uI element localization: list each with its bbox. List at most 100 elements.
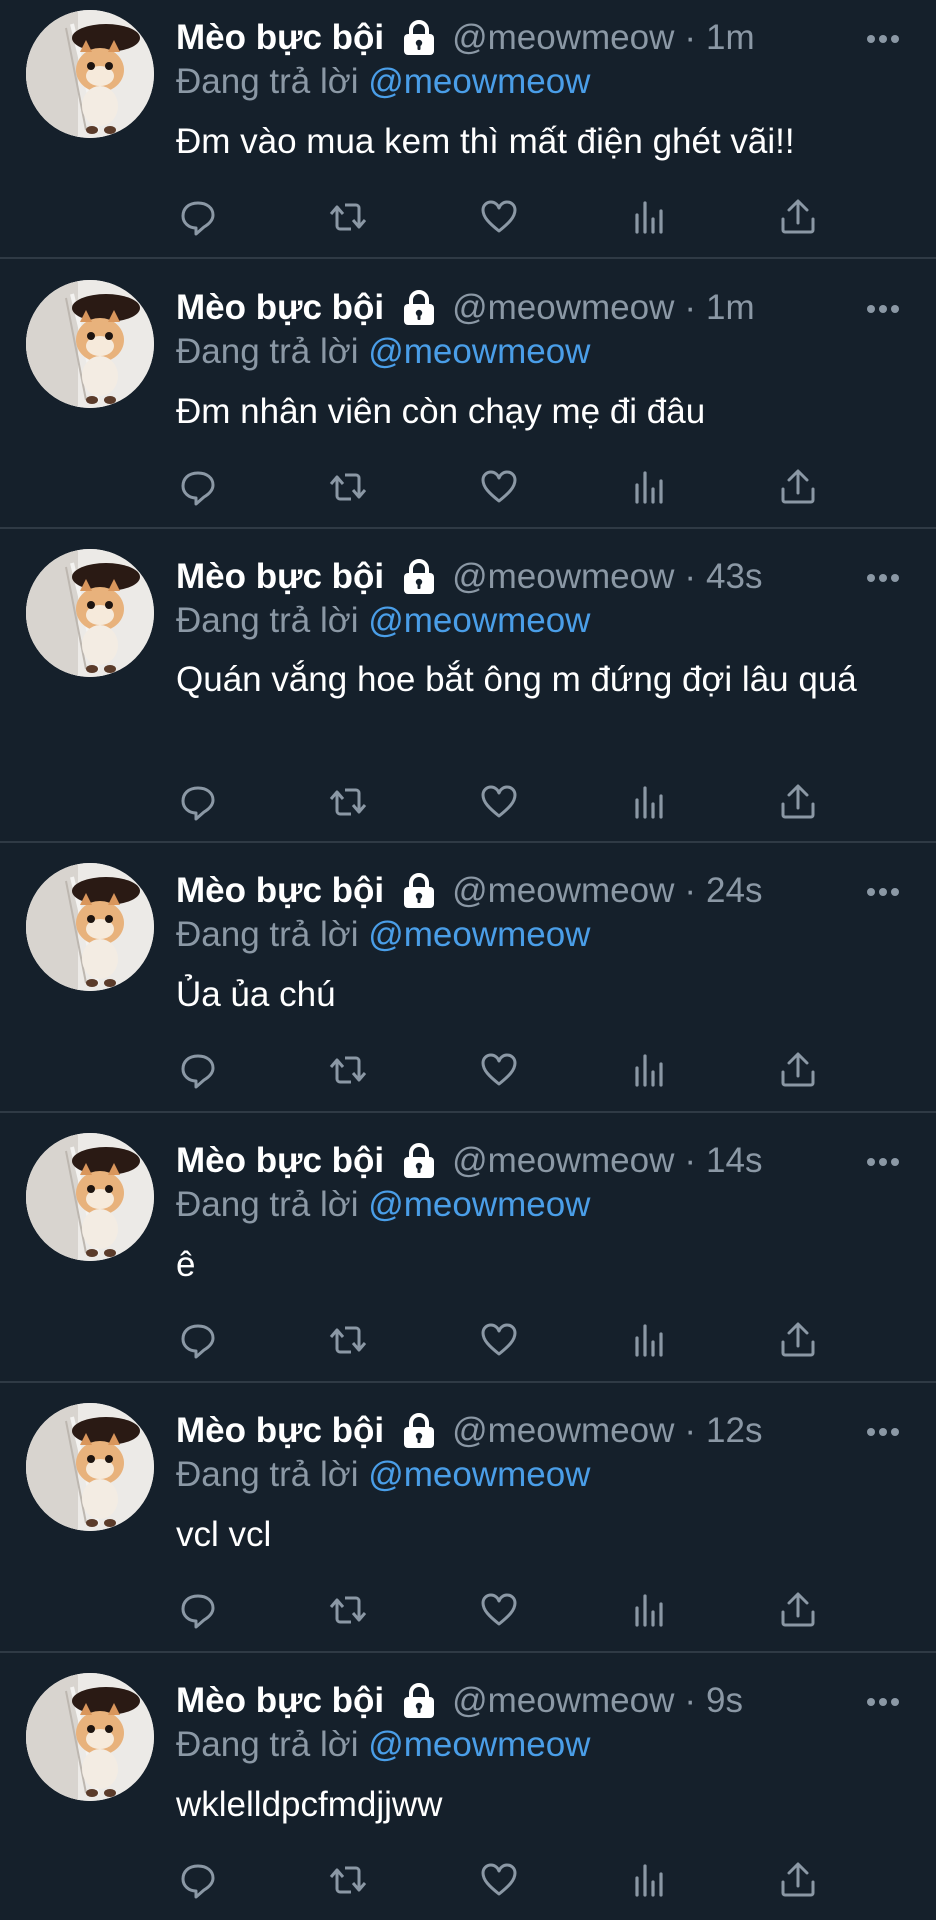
replying-to-label: Đang trả lời [176,332,359,371]
cat-avatar[interactable] [26,863,154,991]
share-icon[interactable] [776,1588,820,1632]
cat-avatar[interactable] [26,10,154,138]
tweet-header: Mèo bực bội @meowmeow · 12s [176,1409,762,1453]
retweet-icon[interactable] [326,1858,370,1902]
timestamp[interactable]: 24s [706,869,762,913]
timestamp[interactable]: 43s [706,555,762,599]
like-icon[interactable] [477,1048,521,1092]
replying-to-handle[interactable]: @meowmeow [368,332,590,371]
like-icon[interactable] [477,1858,521,1902]
replying-to-handle[interactable]: @meowmeow [368,62,590,101]
more-icon[interactable] [866,1695,900,1707]
more-icon[interactable] [866,302,900,314]
like-icon[interactable] [477,1318,521,1362]
tweet-text: vcl vcl [176,1515,272,1554]
share-icon[interactable] [776,1858,820,1902]
display-name[interactable]: Mèo bực bội [176,555,384,599]
retweet-icon[interactable] [326,1588,370,1632]
display-name[interactable]: Mèo bực bội [176,286,384,330]
timestamp[interactable]: 14s [706,1139,762,1183]
views-icon[interactable] [627,780,671,824]
dot-separator: · [684,557,697,596]
like-icon[interactable] [477,465,521,509]
views-icon[interactable] [627,465,671,509]
user-handle[interactable]: @meowmeow [452,16,674,60]
display-name[interactable]: Mèo bực bội [176,16,384,60]
retweet-icon[interactable] [326,780,370,824]
share-icon[interactable] [776,780,820,824]
dot-separator: · [684,1411,697,1450]
replying-to-label: Đang trả lời [176,601,359,640]
timestamp[interactable]: 9s [706,1679,743,1723]
display-name[interactable]: Mèo bực bội [176,869,384,913]
reply-icon[interactable] [176,1048,220,1092]
more-icon[interactable] [866,1155,900,1167]
dot-separator: · [684,288,697,327]
replying-to-handle[interactable]: @meowmeow [368,1455,590,1494]
replying-to-label: Đang trả lời [176,1455,359,1494]
replying-to: Đang trả lời @meowmeow [176,1723,590,1767]
timestamp[interactable]: 1m [706,286,755,330]
cat-avatar[interactable] [26,1673,154,1801]
user-handle[interactable]: @meowmeow [452,555,674,599]
tweet-header: Mèo bực bội @meowmeow · 9s [176,1679,743,1723]
timestamp[interactable]: 1m [706,16,755,60]
user-handle[interactable]: @meowmeow [452,1679,674,1723]
views-icon[interactable] [627,1318,671,1362]
like-icon[interactable] [477,780,521,824]
tweet-actions [176,1048,836,1092]
tweet-text: ê [176,1245,196,1284]
display-name[interactable]: Mèo bực bội [176,1679,384,1723]
tweet-header: Mèo bực bội @meowmeow · 43s [176,555,762,599]
reply-icon[interactable] [176,1588,220,1632]
retweet-icon[interactable] [326,195,370,239]
reply-icon[interactable] [176,780,220,824]
views-icon[interactable] [627,1588,671,1632]
cat-avatar[interactable] [26,1403,154,1531]
views-icon[interactable] [627,195,671,239]
retweet-icon[interactable] [326,1048,370,1092]
lock-icon [400,1682,438,1720]
dot-separator: · [684,1681,697,1720]
lock-icon [400,289,438,327]
reply-icon[interactable] [176,195,220,239]
replying-to-handle[interactable]: @meowmeow [368,915,590,954]
tweet-header: Mèo bực bội @meowmeow · 14s [176,1139,762,1183]
lock-icon [400,558,438,596]
tweet-text: Đm nhân viên còn chạy mẹ đi đâu [176,392,706,431]
retweet-icon[interactable] [326,465,370,509]
reply-icon[interactable] [176,465,220,509]
more-icon[interactable] [866,32,900,44]
cat-avatar[interactable] [26,1133,154,1261]
display-name[interactable]: Mèo bực bội [176,1409,384,1453]
replying-to: Đang trả lời @meowmeow [176,330,590,374]
display-name[interactable]: Mèo bực bội [176,1139,384,1183]
share-icon[interactable] [776,1048,820,1092]
reply-icon[interactable] [176,1858,220,1902]
cat-avatar[interactable] [26,280,154,408]
like-icon[interactable] [477,195,521,239]
replying-to-handle[interactable]: @meowmeow [368,1725,590,1764]
user-handle[interactable]: @meowmeow [452,1139,674,1183]
cat-avatar[interactable] [26,549,154,677]
replying-to: Đang trả lời @meowmeow [176,599,590,643]
timestamp[interactable]: 12s [706,1409,762,1453]
user-handle[interactable]: @meowmeow [452,869,674,913]
retweet-icon[interactable] [326,1318,370,1362]
more-icon[interactable] [866,571,900,583]
views-icon[interactable] [627,1858,671,1902]
reply-icon[interactable] [176,1318,220,1362]
share-icon[interactable] [776,465,820,509]
replying-to-handle[interactable]: @meowmeow [368,1185,590,1224]
replying-to-handle[interactable]: @meowmeow [368,601,590,640]
more-icon[interactable] [866,1425,900,1437]
share-icon[interactable] [776,195,820,239]
share-icon[interactable] [776,1318,820,1362]
tweet-thread-feed: Mèo bực bội @meowmeow · 1m Đang trả lời @m… [0,0,936,1920]
user-handle[interactable]: @meowmeow [452,286,674,330]
dot-separator: · [684,1141,697,1180]
more-icon[interactable] [866,885,900,897]
views-icon[interactable] [627,1048,671,1092]
like-icon[interactable] [477,1588,521,1632]
user-handle[interactable]: @meowmeow [452,1409,674,1453]
